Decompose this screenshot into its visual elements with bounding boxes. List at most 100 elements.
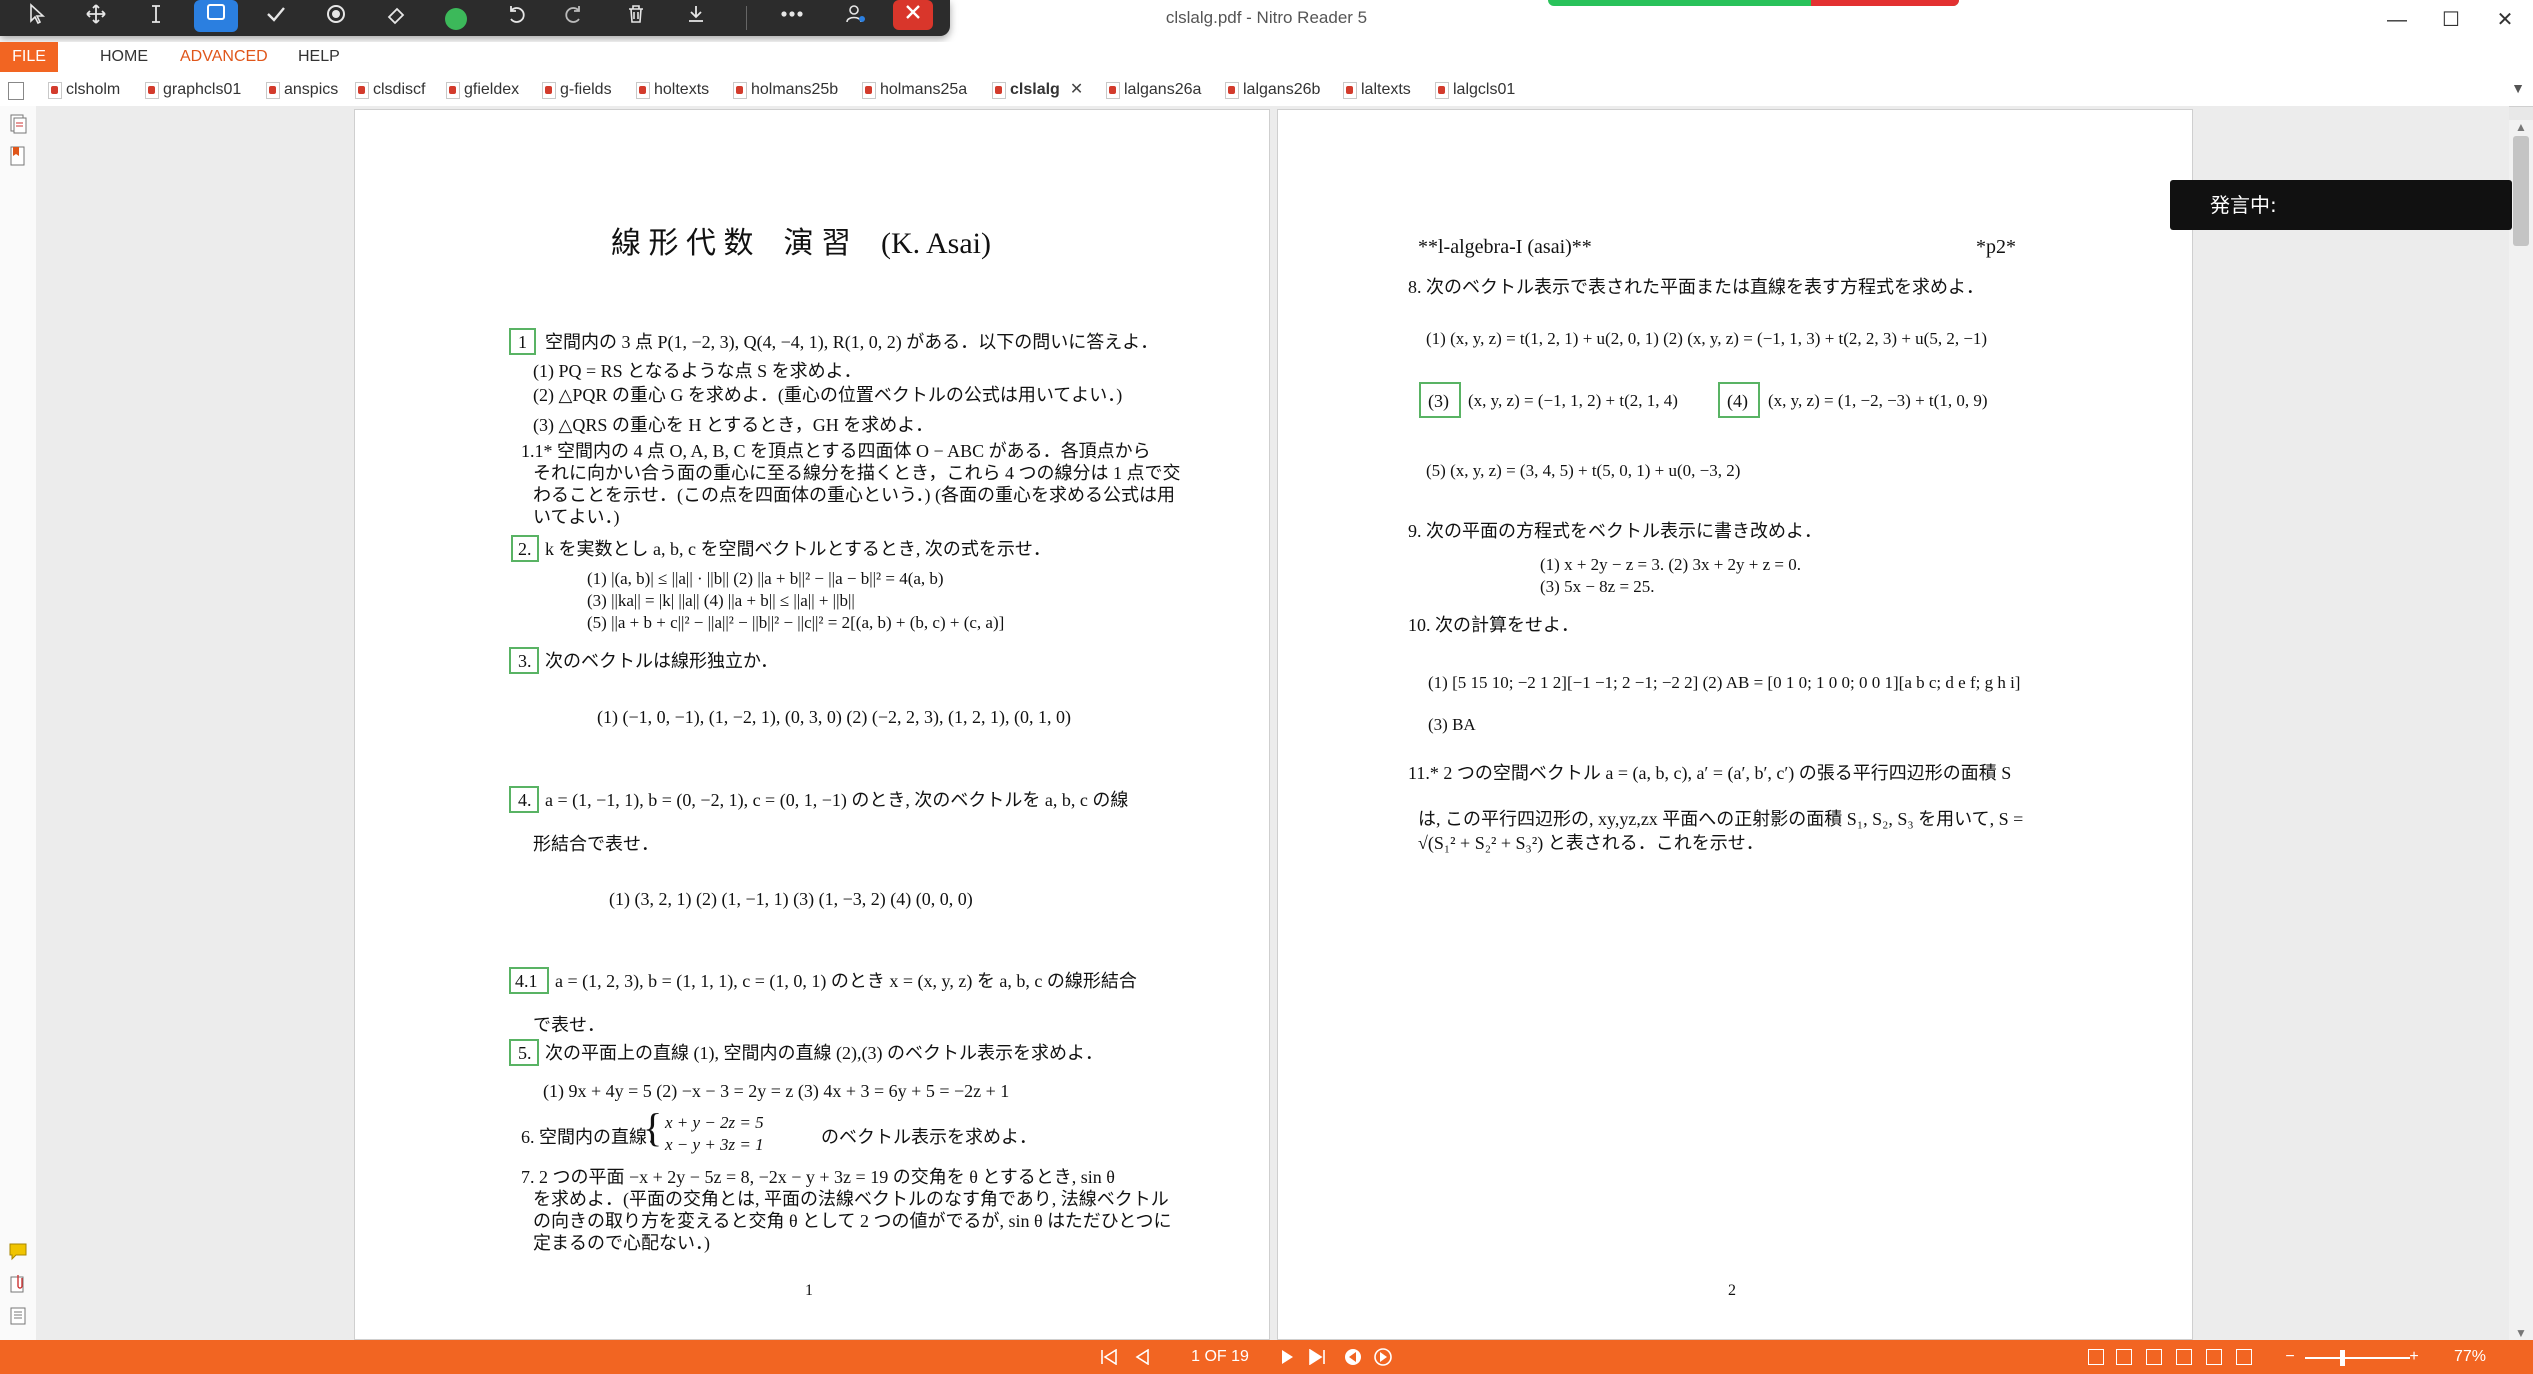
facing-view-icon[interactable] bbox=[2146, 1349, 2162, 1365]
doc-tab[interactable]: lalgans26a bbox=[1102, 78, 1201, 102]
page-indicator[interactable]: 1 OF 19 bbox=[1170, 1340, 1270, 1374]
left-tool-strip bbox=[0, 106, 37, 1340]
call-status-red-segment bbox=[1811, 0, 1959, 6]
go-forward-icon[interactable] bbox=[1374, 1348, 1392, 1366]
vertical-scrollbar[interactable]: ▲ ▼ bbox=[2509, 120, 2533, 1340]
next-page-icon[interactable] bbox=[1280, 1349, 1296, 1365]
text-cursor-icon[interactable] bbox=[134, 0, 178, 36]
doc-tab-label: g-fields bbox=[560, 81, 612, 98]
doc-tab-label: anspics bbox=[284, 81, 339, 98]
problem-item-label: (4) bbox=[1727, 391, 1748, 411]
doc-tab-active[interactable]: clslalg ✕ bbox=[988, 78, 1083, 102]
zoom-slider-thumb[interactable] bbox=[2340, 1350, 2345, 1366]
doc-tab[interactable]: holtexts bbox=[632, 78, 709, 102]
doc-tab[interactable]: holmans25b bbox=[729, 78, 838, 102]
menu-help[interactable]: HELP bbox=[298, 42, 340, 72]
more-icon[interactable] bbox=[770, 0, 814, 36]
doc-tab[interactable]: g-fields bbox=[538, 78, 612, 102]
problem-item: (2) △PQR の重心 G を求めよ．(重心の位置ベクトルの公式は用いてよい．… bbox=[533, 385, 1123, 405]
document-viewport[interactable]: 線 形 代 数 演 習 (K. Asai) 1 空間内の 3 点 P(1, −2… bbox=[36, 106, 2509, 1340]
previous-page-icon[interactable] bbox=[1134, 1349, 1150, 1365]
doc-tab[interactable]: clsdiscf bbox=[351, 78, 425, 102]
maximize-button[interactable]: ☐ bbox=[2424, 4, 2478, 36]
doc-tab-label: lalgans26a bbox=[1124, 81, 1202, 98]
doc-tab-label: lalgans26b bbox=[1243, 81, 1321, 98]
menu-advanced[interactable]: ADVANCED bbox=[180, 42, 268, 72]
doc-tab[interactable]: laltexts bbox=[1339, 78, 1411, 102]
delete-icon[interactable] bbox=[614, 0, 658, 36]
pdf-file-icon bbox=[355, 82, 369, 99]
scroll-up-icon[interactable]: ▲ bbox=[2515, 120, 2527, 134]
page-header-number: *p2* bbox=[1976, 236, 2016, 258]
attachments-panel-icon[interactable] bbox=[9, 1274, 27, 1294]
problem-number: 4.1 bbox=[515, 971, 538, 991]
problem-text: 9. 次の平面の方程式をベクトル表示に書き改めよ． bbox=[1408, 521, 1822, 541]
comments-panel-icon[interactable] bbox=[9, 1242, 27, 1262]
first-page-icon[interactable] bbox=[1100, 1349, 1118, 1365]
problem-text: 次の平面上の直線 (1), 空間内の直線 (2),(3) のベクトル表示を求めよ… bbox=[545, 1043, 1103, 1063]
equation-line: x + y − 2z = 5 bbox=[665, 1113, 764, 1132]
zoom-slider-track[interactable] bbox=[2305, 1357, 2410, 1359]
bookmarks-panel-icon[interactable] bbox=[9, 146, 27, 166]
undo-icon[interactable] bbox=[494, 0, 538, 36]
problem-number: 4. bbox=[518, 790, 532, 810]
eraser-icon[interactable] bbox=[374, 0, 418, 36]
problem-text: わることを示せ．(この点を四面体の重心という．) (各面の重心を求める公式は用 bbox=[533, 485, 1176, 505]
doc-tab-label: clslalg bbox=[1010, 81, 1060, 98]
redo-icon[interactable] bbox=[552, 0, 596, 36]
brace-symbol: { bbox=[643, 1105, 663, 1150]
stamp-icon[interactable] bbox=[314, 0, 358, 36]
download-icon[interactable] bbox=[674, 0, 718, 36]
doc-tab[interactable]: graphcls01 bbox=[141, 78, 241, 102]
problem-item: (1) [5 15 10; −2 1 2][−1 −1; 2 −1; −2 2]… bbox=[1428, 673, 2021, 692]
last-page-icon[interactable] bbox=[1308, 1349, 1326, 1365]
pan-icon[interactable] bbox=[74, 0, 118, 36]
problem-text: を求めよ．(平面の交角とは, 平面の法線ベクトルのなす角であり, 法線ベクトル bbox=[533, 1189, 1169, 1209]
facing-continuous-view-icon[interactable] bbox=[2176, 1349, 2192, 1365]
zoom-level[interactable]: 77% bbox=[2440, 1340, 2500, 1374]
close-toolbar-icon[interactable] bbox=[893, 0, 933, 30]
doc-tab[interactable]: holmans25a bbox=[858, 78, 967, 102]
doc-tab[interactable]: clsholm bbox=[44, 78, 120, 102]
go-back-icon[interactable] bbox=[1344, 1348, 1362, 1366]
menu-file[interactable]: FILE bbox=[0, 42, 58, 72]
tab-overflow-chevron-icon[interactable]: ▼ bbox=[2511, 80, 2525, 96]
continuous-view-icon[interactable] bbox=[2116, 1349, 2132, 1365]
problem-item: (1) (−1, 0, −1), (1, −2, 1), (0, 3, 0) (… bbox=[597, 707, 1072, 727]
zoom-out-button[interactable]: − bbox=[2280, 1340, 2300, 1374]
scroll-down-icon[interactable]: ▼ bbox=[2515, 1326, 2527, 1340]
doc-tab-label: gfieldex bbox=[464, 81, 520, 98]
doc-tab[interactable]: lalgans26b bbox=[1221, 78, 1320, 102]
pages-panel-icon[interactable] bbox=[9, 114, 27, 134]
problem-text: 7. 2 つの平面 −x + 2y − 5z = 8, −2x − y + 3z… bbox=[521, 1167, 1115, 1187]
scrollbar-thumb[interactable] bbox=[2513, 136, 2529, 246]
toolbar-separator bbox=[746, 6, 747, 30]
output-panel-icon[interactable] bbox=[9, 1306, 27, 1326]
doc-tab-label: clsholm bbox=[66, 81, 121, 98]
minimize-button[interactable]: — bbox=[2370, 4, 2424, 36]
close-window-button[interactable]: ✕ bbox=[2478, 4, 2532, 36]
menu-home[interactable]: HOME bbox=[100, 42, 148, 72]
pdf-file-icon bbox=[636, 82, 650, 99]
select-arrow-icon[interactable] bbox=[16, 0, 60, 36]
color-dot-icon[interactable] bbox=[434, 0, 478, 36]
doc-tab[interactable]: anspics bbox=[262, 78, 338, 102]
problem-number: 5. bbox=[518, 1043, 532, 1063]
problem-item: (1) x + 2y − z = 3. (2) 3x + 2y + z = 0. bbox=[1540, 555, 1802, 574]
single-page-view-icon[interactable] bbox=[2088, 1349, 2104, 1365]
problem-item: (5) (x, y, z) = (3, 4, 5) + t(5, 0, 1) +… bbox=[1426, 461, 1741, 480]
fit-page-icon[interactable] bbox=[2236, 1349, 2252, 1365]
share-user-icon[interactable] bbox=[834, 0, 878, 36]
doc-tab[interactable]: gfieldex bbox=[442, 78, 519, 102]
page-number: 2 bbox=[1728, 1282, 1736, 1299]
pdf-page-1: 線 形 代 数 演 習 (K. Asai) 1 空間内の 3 点 P(1, −2… bbox=[354, 109, 1270, 1340]
close-tab-icon[interactable]: ✕ bbox=[1070, 81, 1083, 98]
fit-width-icon[interactable] bbox=[2206, 1349, 2222, 1365]
doc-tab[interactable]: lalgcls01 bbox=[1431, 78, 1515, 102]
tab-list-icon[interactable] bbox=[8, 82, 24, 100]
rectangle-select-icon[interactable] bbox=[194, 0, 238, 32]
pdf-file-icon bbox=[733, 82, 747, 99]
zoom-in-button[interactable]: + bbox=[2404, 1340, 2424, 1374]
checkmark-icon[interactable] bbox=[254, 0, 298, 36]
problem-item: (1) |(a, b)| ≤ ||a|| · ||b|| (2) ||a + b… bbox=[587, 569, 944, 588]
